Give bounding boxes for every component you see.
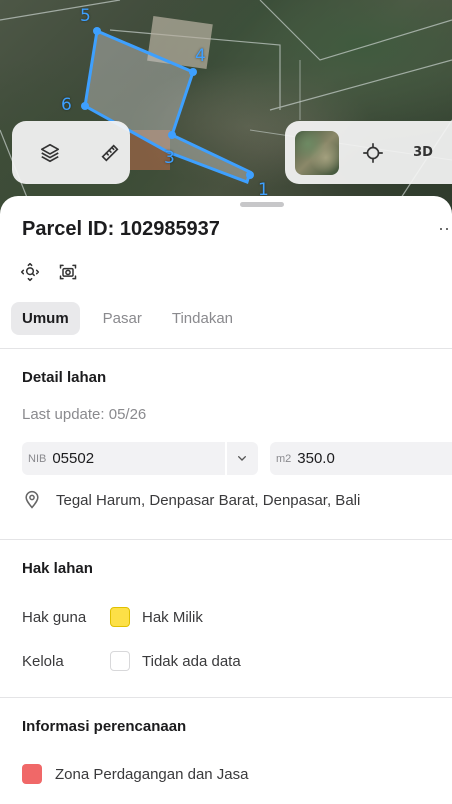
area-field: m2 350.0: [270, 442, 452, 475]
area-value: 350.0: [297, 450, 335, 467]
rights-label-kelola: Kelola: [22, 653, 64, 670]
divider: [0, 539, 452, 540]
section-title-detail: Detail lahan: [22, 369, 107, 386]
vertex-label: 4: [195, 46, 206, 66]
basemap-thumbnail[interactable]: [295, 130, 339, 175]
tab-pasar[interactable]: Pasar: [92, 302, 153, 335]
divider: [0, 697, 452, 698]
nib-value: 05502: [52, 450, 95, 467]
field-separator: [225, 442, 227, 475]
zone-label: Zona Perdagangan dan Jasa: [55, 765, 249, 783]
3d-button[interactable]: 3D: [405, 135, 441, 171]
address-row: Tegal Harum, Denpasar Barat, Denpasar, B…: [22, 490, 360, 510]
screenshot-icon[interactable]: [58, 262, 78, 282]
chevron-down-icon[interactable]: [234, 450, 250, 466]
map-tools-right: 3D: [285, 121, 452, 184]
ruler-icon[interactable]: [92, 135, 128, 171]
sheet-handle[interactable]: [240, 202, 284, 207]
vertex-label: 5: [80, 6, 91, 26]
divider: [0, 348, 452, 349]
parcel-title: Parcel ID: 102985937: [22, 218, 220, 240]
kelola-color-swatch: [110, 651, 130, 671]
vertex-label: 6: [61, 95, 72, 115]
parcel-sheet: Parcel ID: 102985937 ·· Umum Pasar Tinda…: [0, 196, 452, 804]
nib-prefix: NIB: [28, 452, 47, 465]
more-menu-icon[interactable]: ··: [438, 218, 450, 239]
area-prefix: m2: [276, 452, 292, 465]
location-pin-icon: [22, 490, 42, 510]
layers-icon[interactable]: [32, 135, 68, 171]
vertex-label: 3: [164, 148, 175, 168]
zoom-to-parcel-icon[interactable]: [20, 262, 40, 282]
hak-guna-color-swatch: [110, 607, 130, 627]
zone-color-swatch: [22, 764, 42, 784]
rights-value-hak-guna: Hak Milik: [142, 609, 203, 626]
tab-umum[interactable]: Umum: [11, 302, 80, 335]
parcel-tools: [20, 262, 78, 282]
crosshair-icon[interactable]: [355, 135, 391, 171]
nib-select[interactable]: NIB 05502: [22, 442, 258, 475]
section-title-planning: Informasi perencanaan: [22, 718, 187, 735]
tab-bar: Umum Pasar Tindakan: [11, 302, 246, 335]
map-tools-left: [12, 121, 130, 184]
rights-value-kelola: Tidak ada data: [142, 653, 241, 670]
address-text: Tegal Harum, Denpasar Barat, Denpasar, B…: [56, 491, 361, 509]
section-title-rights: Hak lahan: [22, 560, 93, 577]
rights-label-hak-guna: Hak guna: [22, 609, 87, 626]
last-update-text: Last update: 05/26: [22, 406, 147, 423]
tab-tindakan[interactable]: Tindakan: [161, 302, 244, 335]
zone-row[interactable]: Zona Perdagangan dan Jasa: [22, 764, 248, 784]
